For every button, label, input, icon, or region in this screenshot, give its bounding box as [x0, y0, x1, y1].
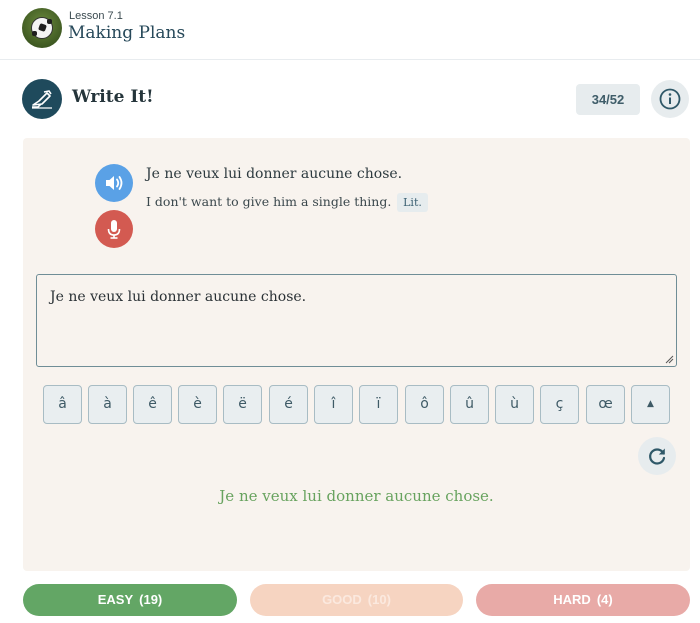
exercise-title: Write It!	[72, 87, 154, 107]
soccer-ball-icon[interactable]	[22, 8, 62, 48]
play-audio-button[interactable]	[95, 164, 133, 202]
accent-key[interactable]: ô	[405, 385, 444, 424]
lesson-header: Lesson 7.1 Making Plans	[0, 0, 700, 60]
accent-key[interactable]: ï	[359, 385, 398, 424]
lesson-number: Lesson 7.1	[69, 10, 123, 22]
accent-key[interactable]: œ	[586, 385, 625, 424]
hard-count: (4)	[596, 592, 613, 607]
answer-input[interactable]	[36, 274, 677, 367]
refresh-icon	[649, 448, 666, 465]
accent-key[interactable]: â	[43, 385, 82, 424]
accent-key[interactable]: è	[178, 385, 217, 424]
accent-key[interactable]: ù	[495, 385, 534, 424]
record-button[interactable]	[95, 210, 133, 248]
accent-key[interactable]: ç	[540, 385, 579, 424]
progress-counter: 34/52	[576, 84, 640, 115]
accent-key[interactable]: ë	[223, 385, 262, 424]
shift-key-caret-up-icon[interactable]: ▲	[631, 385, 670, 424]
pen-hand-icon	[22, 79, 62, 119]
easy-count: (19)	[139, 592, 163, 607]
lesson-title[interactable]: Making Plans	[68, 23, 185, 43]
info-icon	[659, 88, 681, 110]
literal-translation-badge[interactable]: Lit.	[397, 193, 428, 212]
info-button[interactable]	[651, 80, 689, 118]
easy-button[interactable]: EASY (19)	[23, 584, 237, 616]
accent-key[interactable]: à	[88, 385, 127, 424]
resize-handle-icon[interactable]	[664, 354, 674, 364]
good-count: (10)	[367, 592, 391, 607]
hard-button[interactable]: HARD (4)	[476, 584, 690, 616]
microphone-icon	[107, 220, 121, 239]
good-label: GOOD	[322, 592, 362, 607]
accent-key[interactable]: î	[314, 385, 353, 424]
accent-key[interactable]: ê	[133, 385, 172, 424]
hard-label: HARD	[553, 592, 591, 607]
easy-label: EASY	[97, 592, 134, 607]
accent-key[interactable]: é	[269, 385, 308, 424]
prompt-sentence: Je ne veux lui donner aucune chose.	[146, 166, 403, 182]
prompt-translation: I don't want to give him a single thing.	[146, 194, 392, 209]
reset-button[interactable]	[638, 437, 676, 475]
speaker-icon	[106, 176, 123, 190]
correct-answer-text: Je ne veux lui donner aucune chose.	[219, 487, 494, 505]
good-button[interactable]: GOOD (10)	[250, 584, 463, 616]
accent-key[interactable]: û	[450, 385, 489, 424]
